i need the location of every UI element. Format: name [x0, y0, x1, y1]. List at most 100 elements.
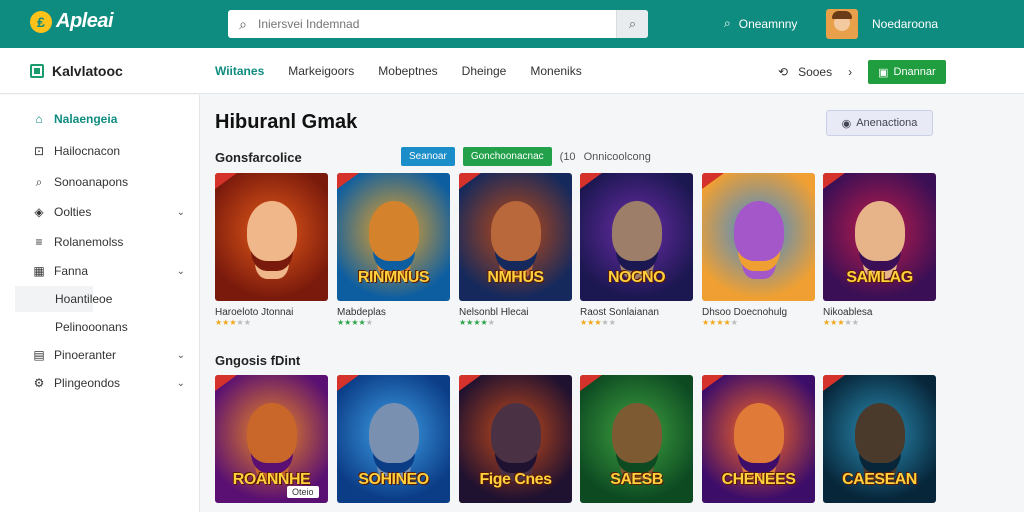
chevron-down-icon[interactable]: ⌄	[177, 378, 185, 389]
game-thumbnail[interactable]	[215, 173, 328, 301]
game-card[interactable]: SAESB	[580, 375, 693, 503]
sidebar-item-label: Sonoanapons	[54, 175, 129, 189]
game-card[interactable]: SOHINEO	[337, 375, 450, 503]
game-thumbnail[interactable]: ROANNHE Oteio	[215, 375, 328, 503]
page-title: Hiburanl Gmak	[215, 111, 358, 133]
filter-count: (10	[559, 150, 576, 163]
top-user-area: Noedaroona	[826, 9, 938, 39]
game-thumbnail[interactable]: NOCNO	[580, 173, 693, 301]
corner-ribbon	[580, 375, 602, 391]
game-thumbnail[interactable]	[702, 173, 815, 301]
game-card[interactable]: Dhsoo Doecnohulg ★★★★★	[702, 173, 815, 327]
search-input[interactable]	[258, 10, 616, 38]
game-card[interactable]: SAMLAG Nikoablesa ★★★★★	[823, 173, 936, 327]
game-thumbnail[interactable]: SAMLAG	[823, 173, 936, 301]
game-title[interactable]: Mabdeplas	[337, 307, 450, 318]
game-card[interactable]: CHENEES	[702, 375, 815, 503]
game-card[interactable]: Fige Cnes	[459, 375, 572, 503]
sidebar-item-6[interactable]: Hoantileoe	[15, 286, 112, 312]
sidebar-item-5[interactable]: ▦ Fanna ⌄	[15, 258, 193, 284]
game-title[interactable]: Haroeloto Jtonnai	[215, 307, 328, 318]
character-figure	[247, 201, 297, 261]
home-icon: ⌂	[35, 112, 43, 126]
character-figure	[247, 403, 297, 463]
sidebar-item-8[interactable]: ▤ Pinoeranter ⌄	[15, 342, 193, 368]
filter-chip[interactable]: Seanoar	[401, 147, 455, 166]
game-card[interactable]: CAESEAN	[823, 375, 936, 503]
tab-2[interactable]: Mobeptnes	[366, 48, 449, 94]
brand[interactable]: Kalvlatooc	[30, 63, 123, 79]
game-card[interactable]: Haroeloto Jtonnai ★★★★★	[215, 173, 328, 327]
chevron-down-icon[interactable]: ⌄	[177, 207, 185, 218]
gift-icon: ▣	[878, 66, 889, 79]
game-title[interactable]: Raost Sonlaianan	[580, 307, 693, 318]
game-card[interactable]: RINMNUS Mabdeplas ★★★★★	[337, 173, 450, 327]
corner-ribbon	[702, 375, 724, 391]
corner-ribbon	[580, 173, 602, 189]
sidebar-item-3[interactable]: ◈ Oolties ⌄	[15, 199, 193, 225]
character-figure	[612, 403, 662, 463]
tab-4[interactable]: Moneniks	[518, 48, 593, 94]
grid-icon: ▦	[33, 264, 45, 278]
secondary-action-button[interactable]: ◉ Anenactiona	[826, 110, 933, 136]
chevron-down-icon[interactable]: ⌄	[177, 350, 185, 361]
game-thumbnail[interactable]: RINMNUS	[337, 173, 450, 301]
calendar-icon: ▤	[33, 348, 45, 362]
section-title-popular: Gngosis fDint	[215, 353, 301, 368]
brand-label: Kalvlatooc	[52, 63, 123, 79]
game-title[interactable]: Nikoablesa	[823, 307, 936, 318]
game-card[interactable]: ROANNHE Oteio	[215, 375, 328, 503]
action-button[interactable]: ▣ Dnannar	[868, 60, 946, 84]
game-title[interactable]: Nelsonbl Hlecai	[459, 307, 572, 318]
filter-chip[interactable]: Gonchoonacnac	[462, 147, 552, 166]
info-icon: ◉	[841, 117, 852, 130]
game-thumbnail[interactable]: SAESB	[580, 375, 693, 503]
chevron-down-icon[interactable]: ⌄	[177, 266, 185, 277]
game-card[interactable]: NMHUS Nelsonbl Hlecai ★★★★★	[459, 173, 572, 327]
tab-3[interactable]: Dheinge	[450, 48, 519, 94]
game-logo-text: CHENEES	[721, 471, 796, 488]
game-logo-text: NOCNO	[607, 269, 666, 286]
game-title[interactable]: Dhsoo Doecnohulg	[702, 307, 815, 318]
game-logo-text: SAMLAG	[846, 269, 913, 286]
tab-0[interactable]: Wiitanes	[215, 48, 276, 94]
sidebar-item-2[interactable]: ⌕ Sonoanapons	[15, 169, 193, 195]
sidebar-item-4[interactable]: ≡ Rolanemolss	[15, 229, 193, 255]
logo-text: Apleai	[56, 10, 114, 32]
character-figure	[491, 403, 541, 463]
sidebar-item-1[interactable]: ⊡ Hailocnacon	[15, 138, 193, 164]
game-thumbnail[interactable]: Fige Cnes	[459, 375, 572, 503]
sidebar-item-0[interactable]: ⌂ Nalaengeia	[15, 106, 193, 132]
corner-ribbon	[337, 173, 359, 189]
rating-stars: ★★★★★	[215, 318, 251, 327]
game-thumbnail[interactable]: SOHINEO	[337, 375, 450, 503]
tab-1[interactable]: Markeigoors	[276, 48, 366, 94]
saves-label[interactable]: Sooes	[798, 65, 832, 79]
search-submit-button[interactable]: ⌕	[616, 10, 648, 38]
saves-icon[interactable]: ⟲	[778, 65, 788, 79]
search-icon: ⌕	[35, 174, 43, 189]
sidebar-item-label: Fanna	[54, 264, 89, 278]
sidebar-item-label: Pinoeranter	[54, 348, 117, 362]
character-figure	[855, 201, 905, 261]
game-card[interactable]: NOCNO Raost Sonlaianan ★★★★★	[580, 173, 693, 327]
corner-ribbon	[823, 375, 845, 391]
app-logo[interactable]: ₤ Apleai	[30, 10, 114, 33]
sort-label[interactable]: Onnicoolcong	[584, 151, 651, 163]
avatar[interactable]	[826, 9, 858, 39]
chevron-right-icon[interactable]: ›	[848, 65, 852, 79]
corner-ribbon	[459, 375, 481, 391]
game-thumbnail[interactable]: NMHUS	[459, 173, 572, 301]
sidebar-item-7[interactable]: Pelinooonans	[15, 314, 193, 340]
rating-stars: ★★★★★	[337, 318, 373, 327]
character-figure	[734, 201, 784, 261]
nav-bar: Kalvlatooc Wiitanes Markeigoors Mobeptnes D…	[0, 48, 1024, 94]
user-name[interactable]: Noedaroona	[872, 17, 938, 31]
sidebar-item-label: Oolties	[54, 205, 92, 219]
filter-bar: Seanoar Gonchoonacnac (10 Onnicoolcong	[401, 147, 651, 166]
game-thumbnail[interactable]: CHENEES	[702, 375, 815, 503]
game-thumbnail[interactable]: CAESEAN	[823, 375, 936, 503]
sidebar-item-9[interactable]: ⚙ Plingeondos ⌄	[15, 370, 193, 396]
character-figure	[734, 403, 784, 463]
community-link[interactable]: ⌕ Oneamnny	[724, 16, 797, 31]
